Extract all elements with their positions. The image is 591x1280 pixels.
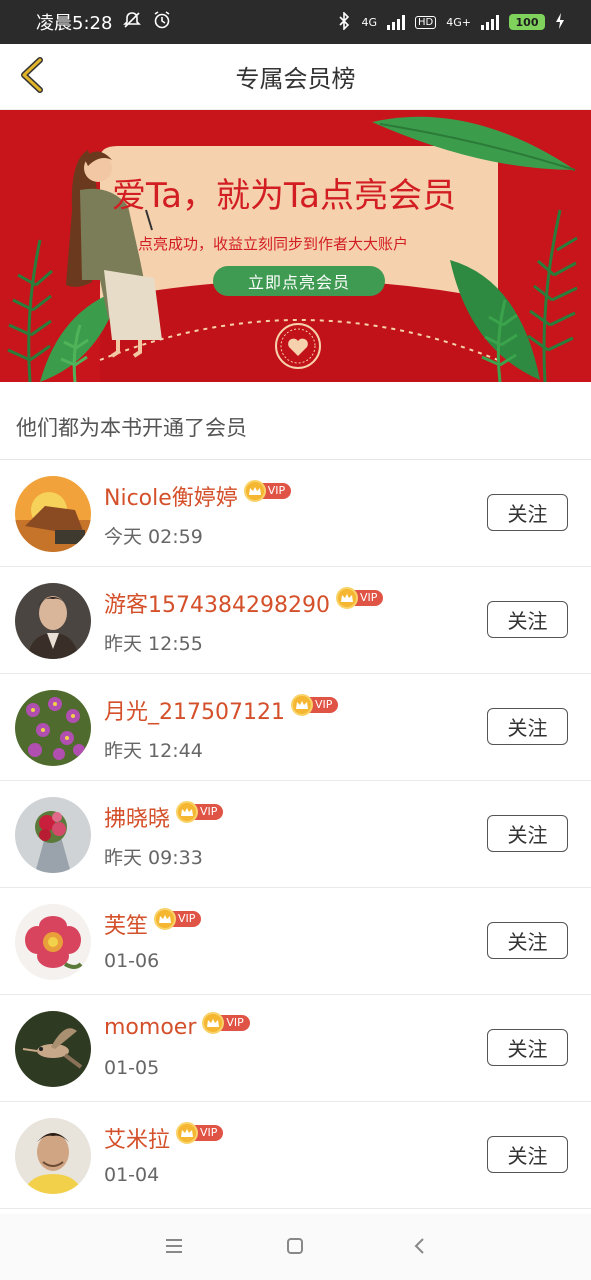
charging-icon bbox=[555, 12, 565, 33]
vip-badge: VIP bbox=[176, 801, 224, 823]
follow-button[interactable]: 关注 bbox=[487, 708, 568, 745]
menu-icon bbox=[163, 1237, 185, 1259]
member-name[interactable]: 芙笙 VIP bbox=[104, 908, 202, 940]
page-title: 专属会员榜 bbox=[235, 65, 356, 93]
chevron-left-icon bbox=[18, 56, 46, 98]
list-item[interactable]: Nicole衡婷婷 VIP 今天 02:59 关注 bbox=[0, 460, 591, 567]
home-button[interactable] bbox=[281, 1234, 309, 1262]
avatar[interactable] bbox=[15, 583, 91, 659]
mute-icon bbox=[122, 10, 142, 35]
home-square-icon bbox=[285, 1236, 305, 1260]
follow-button[interactable]: 关注 bbox=[487, 1136, 568, 1173]
member-time: 昨天 09:33 bbox=[104, 847, 203, 869]
follow-button[interactable]: 关注 bbox=[487, 1029, 568, 1066]
battery-icon: 100 bbox=[509, 14, 545, 30]
alarm-icon bbox=[152, 10, 172, 35]
member-name-text: 芙笙 bbox=[104, 914, 149, 939]
crown-icon bbox=[154, 908, 177, 930]
list-item[interactable]: 芙笙 VIP 01-06 关注 bbox=[0, 888, 591, 995]
vip-badge: VIP bbox=[243, 480, 292, 502]
list-item[interactable]: 月光_217507121 VIP 昨天 12:44 关注 bbox=[0, 674, 591, 781]
signal-icon-2 bbox=[481, 14, 499, 30]
member-name-text: 月光_217507121 bbox=[104, 700, 285, 725]
system-nav-bar bbox=[0, 1214, 591, 1280]
crown-icon bbox=[290, 694, 313, 716]
follow-button[interactable]: 关注 bbox=[487, 494, 568, 531]
member-name[interactable]: Nicole衡婷婷 VIP bbox=[104, 480, 292, 512]
nav-back-button[interactable] bbox=[405, 1234, 433, 1262]
member-name-text: momoer bbox=[104, 1015, 197, 1040]
avatar[interactable] bbox=[15, 904, 91, 980]
member-name-text: 拂晓晓 bbox=[104, 807, 171, 832]
vip-badge: VIP bbox=[176, 1122, 224, 1144]
follow-button[interactable]: 关注 bbox=[487, 601, 568, 638]
vip-badge: VIP bbox=[335, 587, 384, 609]
crown-icon bbox=[243, 480, 266, 502]
status-bar: 凌晨5:28 4G HD 4G+ 100 bbox=[0, 0, 591, 44]
title-bar: 专属会员榜 bbox=[0, 44, 591, 110]
banner-subline: 点亮成功，收益立刻同步到作者大大账户 bbox=[138, 235, 409, 253]
nav-back-icon bbox=[411, 1236, 427, 1260]
hd-icon: HD bbox=[415, 15, 437, 29]
crown-icon bbox=[202, 1011, 225, 1034]
back-button[interactable] bbox=[12, 54, 52, 100]
crown-icon bbox=[335, 587, 358, 609]
member-name-text: 游客1574384298290 bbox=[104, 593, 330, 618]
list-item[interactable]: 拂晓晓 VIP 昨天 09:33 关注 bbox=[0, 781, 591, 888]
banner-headline: 爱Ta，就为Ta点亮会员 bbox=[112, 176, 456, 216]
member-name-text: 艾米拉 bbox=[104, 1128, 171, 1153]
member-name[interactable]: 艾米拉 VIP bbox=[104, 1122, 224, 1154]
member-name[interactable]: 游客1574384298290 VIP bbox=[104, 587, 384, 619]
section-title: 他们都为本书开通了会员 bbox=[16, 416, 247, 440]
member-time: 01-04 bbox=[104, 1164, 160, 1186]
vip-badge: VIP bbox=[154, 908, 202, 930]
promo-banner[interactable]: 爱Ta，就为Ta点亮会员 点亮成功，收益立刻同步到作者大大账户 立即点亮会员 bbox=[0, 110, 591, 382]
follow-button[interactable]: 关注 bbox=[487, 922, 568, 959]
member-time: 01-05 bbox=[104, 1057, 160, 1079]
crown-icon bbox=[176, 801, 199, 823]
avatar[interactable] bbox=[15, 1118, 91, 1194]
member-time: 今天 02:59 bbox=[104, 526, 203, 548]
member-list: Nicole衡婷婷 VIP 今天 02:59 关注 游客157438429829… bbox=[0, 460, 591, 1209]
member-time: 昨天 12:44 bbox=[104, 740, 203, 762]
bluetooth-icon bbox=[337, 10, 351, 33]
light-up-vip-button[interactable]: 立即点亮会员 bbox=[213, 266, 385, 296]
list-item[interactable]: momoer VIP 01-05 关注 bbox=[0, 995, 591, 1102]
vip-badge: VIP bbox=[202, 1011, 250, 1034]
member-time: 昨天 12:55 bbox=[104, 633, 203, 655]
status-time: 凌晨5:28 bbox=[36, 13, 113, 34]
avatar[interactable] bbox=[15, 797, 91, 873]
network-label-1: 4G bbox=[361, 15, 378, 29]
vip-badge: VIP bbox=[290, 694, 339, 716]
avatar[interactable] bbox=[15, 476, 91, 552]
member-name[interactable]: 拂晓晓 VIP bbox=[104, 801, 224, 833]
member-name[interactable]: momoer VIP bbox=[104, 1011, 250, 1040]
member-name-text: Nicole衡婷婷 bbox=[104, 486, 238, 511]
list-item[interactable]: 游客1574384298290 VIP 昨天 12:55 关注 bbox=[0, 567, 591, 674]
network-label-2: 4G+ bbox=[446, 15, 471, 29]
member-time: 01-06 bbox=[104, 950, 160, 972]
member-name[interactable]: 月光_217507121 VIP bbox=[104, 694, 339, 726]
avatar[interactable] bbox=[15, 1011, 91, 1087]
menu-button[interactable] bbox=[160, 1234, 188, 1262]
follow-button[interactable]: 关注 bbox=[487, 815, 568, 852]
avatar[interactable] bbox=[15, 690, 91, 766]
signal-icon bbox=[387, 14, 406, 30]
list-item[interactable]: 艾米拉 VIP 01-04 关注 bbox=[0, 1102, 591, 1209]
crown-icon bbox=[176, 1122, 199, 1144]
